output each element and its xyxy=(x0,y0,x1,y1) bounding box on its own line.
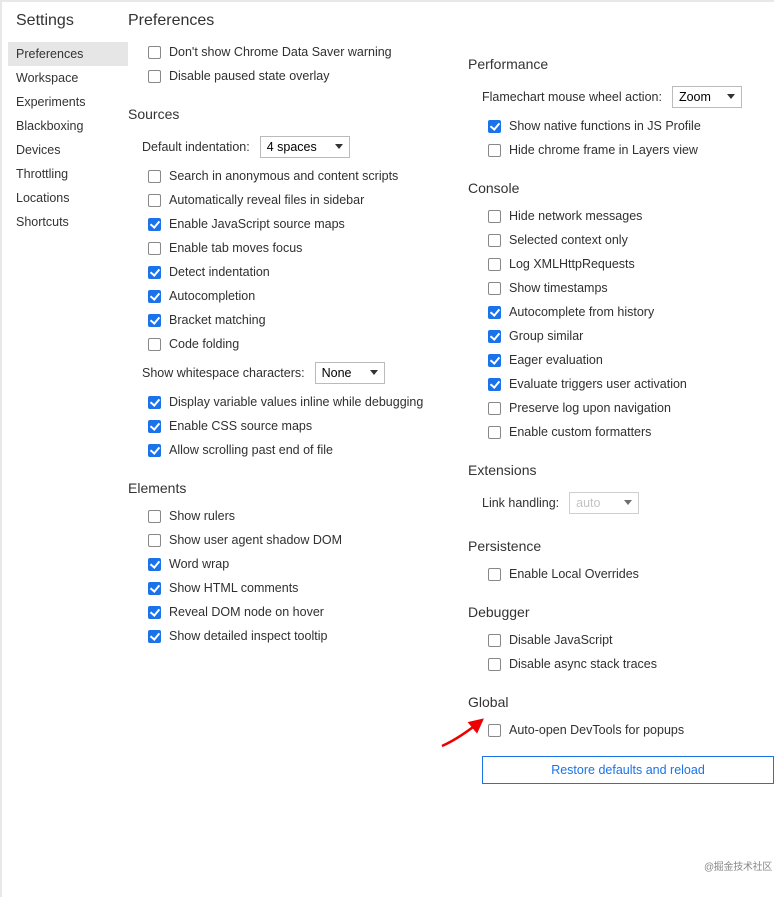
elements-label-4: Reveal DOM node on hover xyxy=(169,605,324,619)
sidebar-item-shortcuts[interactable]: Shortcuts xyxy=(8,210,128,234)
perf-label-1: Hide chrome frame in Layers view xyxy=(509,143,698,157)
elements-label-0: Show rulers xyxy=(169,509,235,523)
section-persistence: Persistence xyxy=(468,538,774,554)
sources-label-5: Autocompletion xyxy=(169,289,255,303)
restore-button[interactable]: Restore defaults and reload xyxy=(482,756,774,784)
console-label-0: Hide network messages xyxy=(509,209,642,223)
wheel-select[interactable]: Zoom xyxy=(672,86,742,108)
sidebar-item-preferences[interactable]: Preferences xyxy=(8,42,128,66)
sources2-label-1: Enable CSS source maps xyxy=(169,419,312,433)
sources-checkbox-0[interactable] xyxy=(148,170,161,183)
console-checkbox-5[interactable] xyxy=(488,330,501,343)
console-checkbox-2[interactable] xyxy=(488,258,501,271)
sources-label-0: Search in anonymous and content scripts xyxy=(169,169,398,183)
indent-select[interactable]: 4 spaces xyxy=(260,136,350,158)
elements-label-1: Show user agent shadow DOM xyxy=(169,533,342,547)
appearance-label-0: Don't show Chrome Data Saver warning xyxy=(169,45,392,59)
sources-label-6: Bracket matching xyxy=(169,313,266,327)
global-checkbox-0[interactable] xyxy=(488,724,501,737)
sources-checkbox-3[interactable] xyxy=(148,242,161,255)
console-checkbox-9[interactable] xyxy=(488,426,501,439)
console-checkbox-8[interactable] xyxy=(488,402,501,415)
sources-label-1: Automatically reveal files in sidebar xyxy=(169,193,364,207)
sources-checkbox-1[interactable] xyxy=(148,194,161,207)
sources-checkbox-6[interactable] xyxy=(148,314,161,327)
debugger-label-1: Disable async stack traces xyxy=(509,657,657,671)
wheel-label: Flamechart mouse wheel action: xyxy=(482,90,662,104)
console-checkbox-0[interactable] xyxy=(488,210,501,223)
perf-label-0: Show native functions in JS Profile xyxy=(509,119,701,133)
appearance-checkbox-0[interactable] xyxy=(148,46,161,59)
perf-checkbox-1[interactable] xyxy=(488,144,501,157)
elements-checkbox-4[interactable] xyxy=(148,606,161,619)
section-performance: Performance xyxy=(468,56,774,72)
section-global: Global xyxy=(468,694,774,710)
sources2-label-2: Allow scrolling past end of file xyxy=(169,443,333,457)
sidebar: Settings PreferencesWorkspaceExperiments… xyxy=(2,2,128,897)
elements-checkbox-5[interactable] xyxy=(148,630,161,643)
elements-checkbox-3[interactable] xyxy=(148,582,161,595)
elements-checkbox-1[interactable] xyxy=(148,534,161,547)
sidebar-item-throttling[interactable]: Throttling xyxy=(8,162,128,186)
link-label: Link handling: xyxy=(482,496,559,510)
sidebar-item-blackboxing[interactable]: Blackboxing xyxy=(8,114,128,138)
whitespace-label: Show whitespace characters: xyxy=(142,366,305,380)
page-title: Preferences xyxy=(128,12,468,30)
console-checkbox-7[interactable] xyxy=(488,378,501,391)
sidebar-item-experiments[interactable]: Experiments xyxy=(8,90,128,114)
console-label-4: Autocomplete from history xyxy=(509,305,654,319)
sources-label-4: Detect indentation xyxy=(169,265,270,279)
perf-checkbox-0[interactable] xyxy=(488,120,501,133)
console-checkbox-1[interactable] xyxy=(488,234,501,247)
console-label-8: Preserve log upon navigation xyxy=(509,401,671,415)
console-checkbox-4[interactable] xyxy=(488,306,501,319)
sources2-label-0: Display variable values inline while deb… xyxy=(169,395,423,409)
sidebar-item-workspace[interactable]: Workspace xyxy=(8,66,128,90)
debugger-checkbox-1[interactable] xyxy=(488,658,501,671)
section-extensions: Extensions xyxy=(468,462,774,478)
elements-label-2: Word wrap xyxy=(169,557,229,571)
console-label-2: Log XMLHttpRequests xyxy=(509,257,635,271)
console-label-7: Evaluate triggers user activation xyxy=(509,377,687,391)
section-console: Console xyxy=(468,180,774,196)
console-label-6: Eager evaluation xyxy=(509,353,603,367)
section-sources: Sources xyxy=(128,106,468,122)
sources-checkbox-4[interactable] xyxy=(148,266,161,279)
console-label-1: Selected context only xyxy=(509,233,628,247)
sources2-checkbox-1[interactable] xyxy=(148,420,161,433)
whitespace-select[interactable]: None xyxy=(315,362,385,384)
console-label-3: Show timestamps xyxy=(509,281,608,295)
persist-checkbox-0[interactable] xyxy=(488,568,501,581)
sources-checkbox-7[interactable] xyxy=(148,338,161,351)
elements-checkbox-2[interactable] xyxy=(148,558,161,571)
console-label-5: Group similar xyxy=(509,329,583,343)
appearance-label-1: Disable paused state overlay xyxy=(169,69,330,83)
elements-checkbox-0[interactable] xyxy=(148,510,161,523)
section-elements: Elements xyxy=(128,480,468,496)
sidebar-item-devices[interactable]: Devices xyxy=(8,138,128,162)
console-label-9: Enable custom formatters xyxy=(509,425,651,439)
console-checkbox-3[interactable] xyxy=(488,282,501,295)
appearance-checkbox-1[interactable] xyxy=(148,70,161,83)
indent-label: Default indentation: xyxy=(142,140,250,154)
sources-checkbox-2[interactable] xyxy=(148,218,161,231)
section-debugger: Debugger xyxy=(468,604,774,620)
sidebar-item-locations[interactable]: Locations xyxy=(8,186,128,210)
debugger-checkbox-0[interactable] xyxy=(488,634,501,647)
global-label-0: Auto-open DevTools for popups xyxy=(509,723,684,737)
watermark: @掘金技术社区 xyxy=(704,858,772,873)
sources-label-3: Enable tab moves focus xyxy=(169,241,302,255)
elements-label-5: Show detailed inspect tooltip xyxy=(169,629,327,643)
sources-label-2: Enable JavaScript source maps xyxy=(169,217,345,231)
link-select[interactable]: auto xyxy=(569,492,639,514)
sources-checkbox-5[interactable] xyxy=(148,290,161,303)
persist-label-0: Enable Local Overrides xyxy=(509,567,639,581)
settings-title: Settings xyxy=(16,12,128,30)
console-checkbox-6[interactable] xyxy=(488,354,501,367)
sources2-checkbox-0[interactable] xyxy=(148,396,161,409)
sources-label-7: Code folding xyxy=(169,337,239,351)
elements-label-3: Show HTML comments xyxy=(169,581,298,595)
debugger-label-0: Disable JavaScript xyxy=(509,633,613,647)
sources2-checkbox-2[interactable] xyxy=(148,444,161,457)
